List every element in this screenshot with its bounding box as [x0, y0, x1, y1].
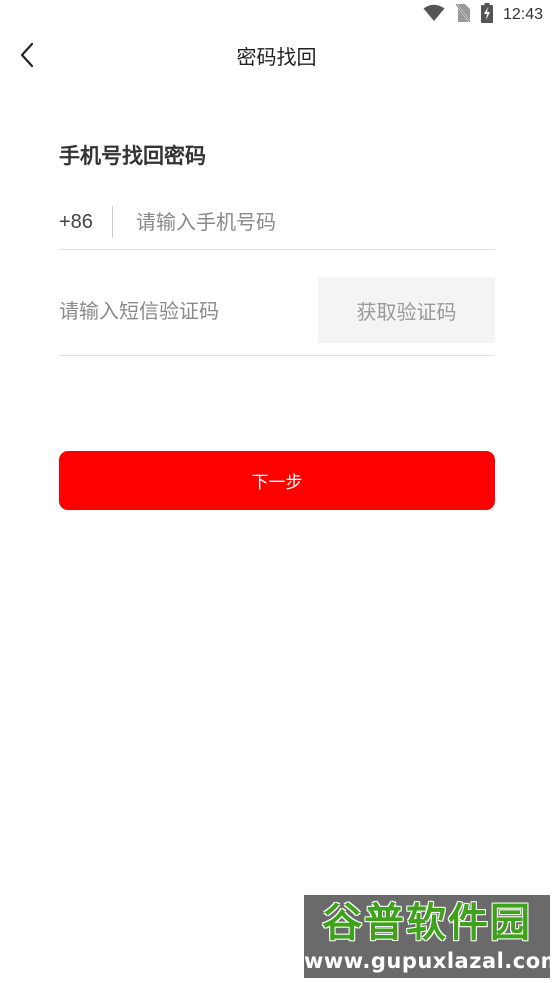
sms-code-input[interactable] [59, 295, 309, 327]
watermark-logo: 谷普软件园 [322, 900, 532, 946]
form-heading: 手机号找回密码 [59, 144, 206, 168]
get-code-button[interactable]: 获取验证码 [318, 277, 495, 343]
status-icons: 12:43 [423, 3, 543, 27]
sms-code-row: 获取验证码 [59, 275, 495, 356]
country-code[interactable]: +86 [59, 206, 93, 238]
phone-divider [112, 206, 113, 238]
phone-input[interactable] [136, 206, 486, 238]
nav-bar: 密码找回 [0, 30, 553, 84]
wifi-icon [423, 4, 445, 26]
password-recovery-screen: 12:43 密码找回 手机号找回密码 +86 获取验证码 下一步 谷普软件园 w… [0, 0, 553, 983]
status-bar: 12:43 [0, 0, 553, 30]
phone-row: +86 [59, 198, 495, 250]
status-time: 12:43 [502, 6, 543, 23]
battery-charging-icon [480, 3, 493, 27]
page-title: 密码找回 [236, 45, 317, 69]
watermark-url: www.gupuxlazal.com [304, 949, 550, 973]
watermark: 谷普软件园 www.gupuxlazal.com [304, 895, 550, 978]
next-button[interactable]: 下一步 [59, 451, 495, 510]
no-sim-icon [455, 3, 471, 27]
